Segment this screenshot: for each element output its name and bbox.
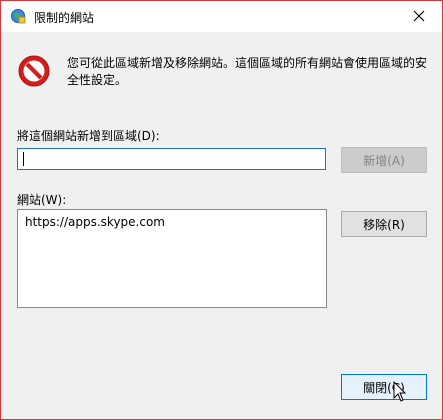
text-caret [23,152,24,166]
window-title: 限制的網站 [34,11,95,25]
sites-label: 網站(W): [17,193,67,207]
internet-globe-icon [11,9,26,24]
title-bar[interactable]: 限制的網站 [1,1,442,32]
add-site-input[interactable] [17,148,326,170]
remove-button[interactable]: 移除(R) [341,211,427,237]
stop-icon [18,55,50,87]
close-button[interactable]: 關閉(C) [341,374,427,400]
sites-listbox[interactable]: https://apps.skype.com [17,209,327,308]
add-button[interactable]: 新增(A) [341,147,427,173]
list-item[interactable]: https://apps.skype.com [25,215,165,229]
description-text: 您可從此區域新增及移除網站。這個區域的所有網站會使用區域的安全性設定。 [67,56,428,87]
dialog-window: 限制的網站 您可從此區域新增及移除網站。這個區域的所有網站會使用區域的安全性設定… [0,0,443,420]
close-icon [413,10,425,22]
close-window-button[interactable] [402,3,436,29]
add-site-label: 將這個網站新增到區域(D): [17,129,160,143]
